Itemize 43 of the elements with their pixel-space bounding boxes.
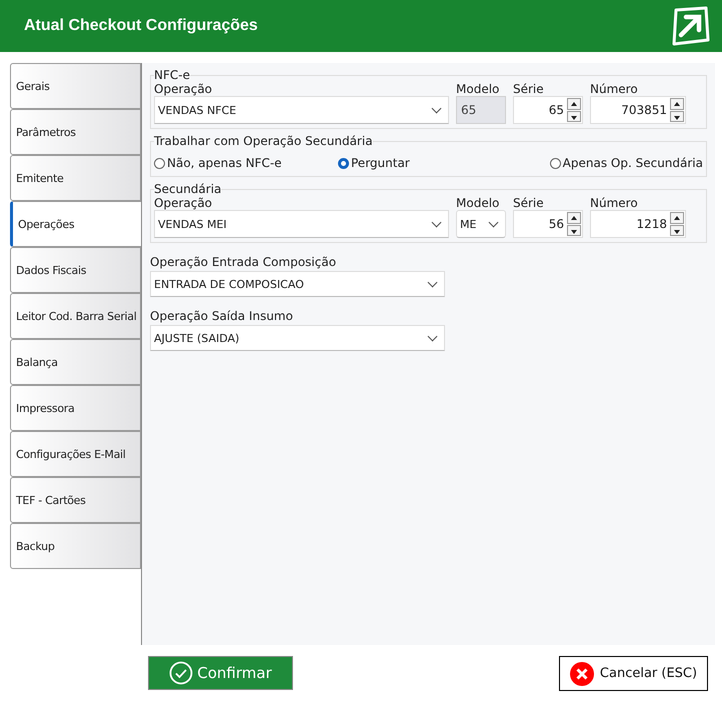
window-title: Atual Checkout Configurações: [24, 17, 258, 35]
sidebar-tab[interactable]: Operações: [10, 201, 141, 247]
sidebar-tab[interactable]: Balança: [10, 339, 141, 385]
field-label: Operação: [154, 82, 214, 96]
radio-option[interactable]: Perguntar: [338, 156, 550, 170]
field-label: Série: [513, 196, 545, 210]
operation-dropdown[interactable]: VENDAS NFCE: [154, 96, 449, 124]
radio-option[interactable]: Apenas Op. Secundária: [550, 156, 703, 170]
cancel-button[interactable]: Cancelar (ESC): [559, 656, 708, 691]
series-spinner[interactable]: 65: [513, 96, 583, 124]
sidebar-tab[interactable]: Impressora: [10, 385, 141, 431]
sidebar-tab[interactable]: Leitor Cod. Barra Serial: [10, 293, 141, 339]
check-circle-icon: [169, 661, 194, 685]
radio-option[interactable]: Não, apenas NFC-e: [154, 156, 338, 170]
group-legend: NFC-e: [154, 68, 190, 82]
operation-dropdown[interactable]: AJUSTE (SAIDA): [150, 325, 445, 351]
sidebar-tab[interactable]: Emitente: [10, 155, 141, 201]
number-spinner[interactable]: 703851: [590, 96, 686, 124]
sidebar-tab[interactable]: Configurações E-Mail: [10, 431, 141, 477]
field-label: Número: [590, 82, 639, 96]
model-field: 65: [456, 96, 506, 124]
sidebar-tab[interactable]: Backup: [10, 523, 141, 569]
field-label: Operação Saída Insumo: [150, 309, 294, 323]
field-label: Número: [590, 196, 639, 210]
number-spinner[interactable]: 1218: [590, 210, 686, 238]
operation-dropdown[interactable]: ENTRADA DE COMPOSICAO: [150, 271, 445, 297]
field-label: Operação: [154, 196, 214, 210]
field-label: Modelo: [456, 196, 500, 210]
series-spinner[interactable]: 56: [513, 210, 583, 238]
model-dropdown[interactable]: ME: [456, 210, 506, 238]
sidebar-tab[interactable]: Dados Fiscais: [10, 247, 141, 293]
field-label: Série: [513, 82, 545, 96]
field-label: Operação Entrada Composição: [150, 255, 338, 269]
close-icon: [570, 662, 594, 686]
confirm-button[interactable]: Confirmar: [148, 656, 293, 690]
operation-dropdown[interactable]: VENDAS MEI: [154, 210, 449, 238]
sidebar-tab[interactable]: Gerais: [10, 63, 141, 109]
field-label: Modelo: [456, 82, 500, 96]
group-legend: Trabalhar com Operação Secundária: [154, 134, 373, 148]
sidebar-tab[interactable]: Parâmetros: [10, 109, 141, 155]
arrow-logo-icon: [670, 6, 710, 46]
sidebar-tab[interactable]: TEF - Cartões: [10, 477, 141, 523]
group-legend: Secundária: [154, 182, 222, 196]
